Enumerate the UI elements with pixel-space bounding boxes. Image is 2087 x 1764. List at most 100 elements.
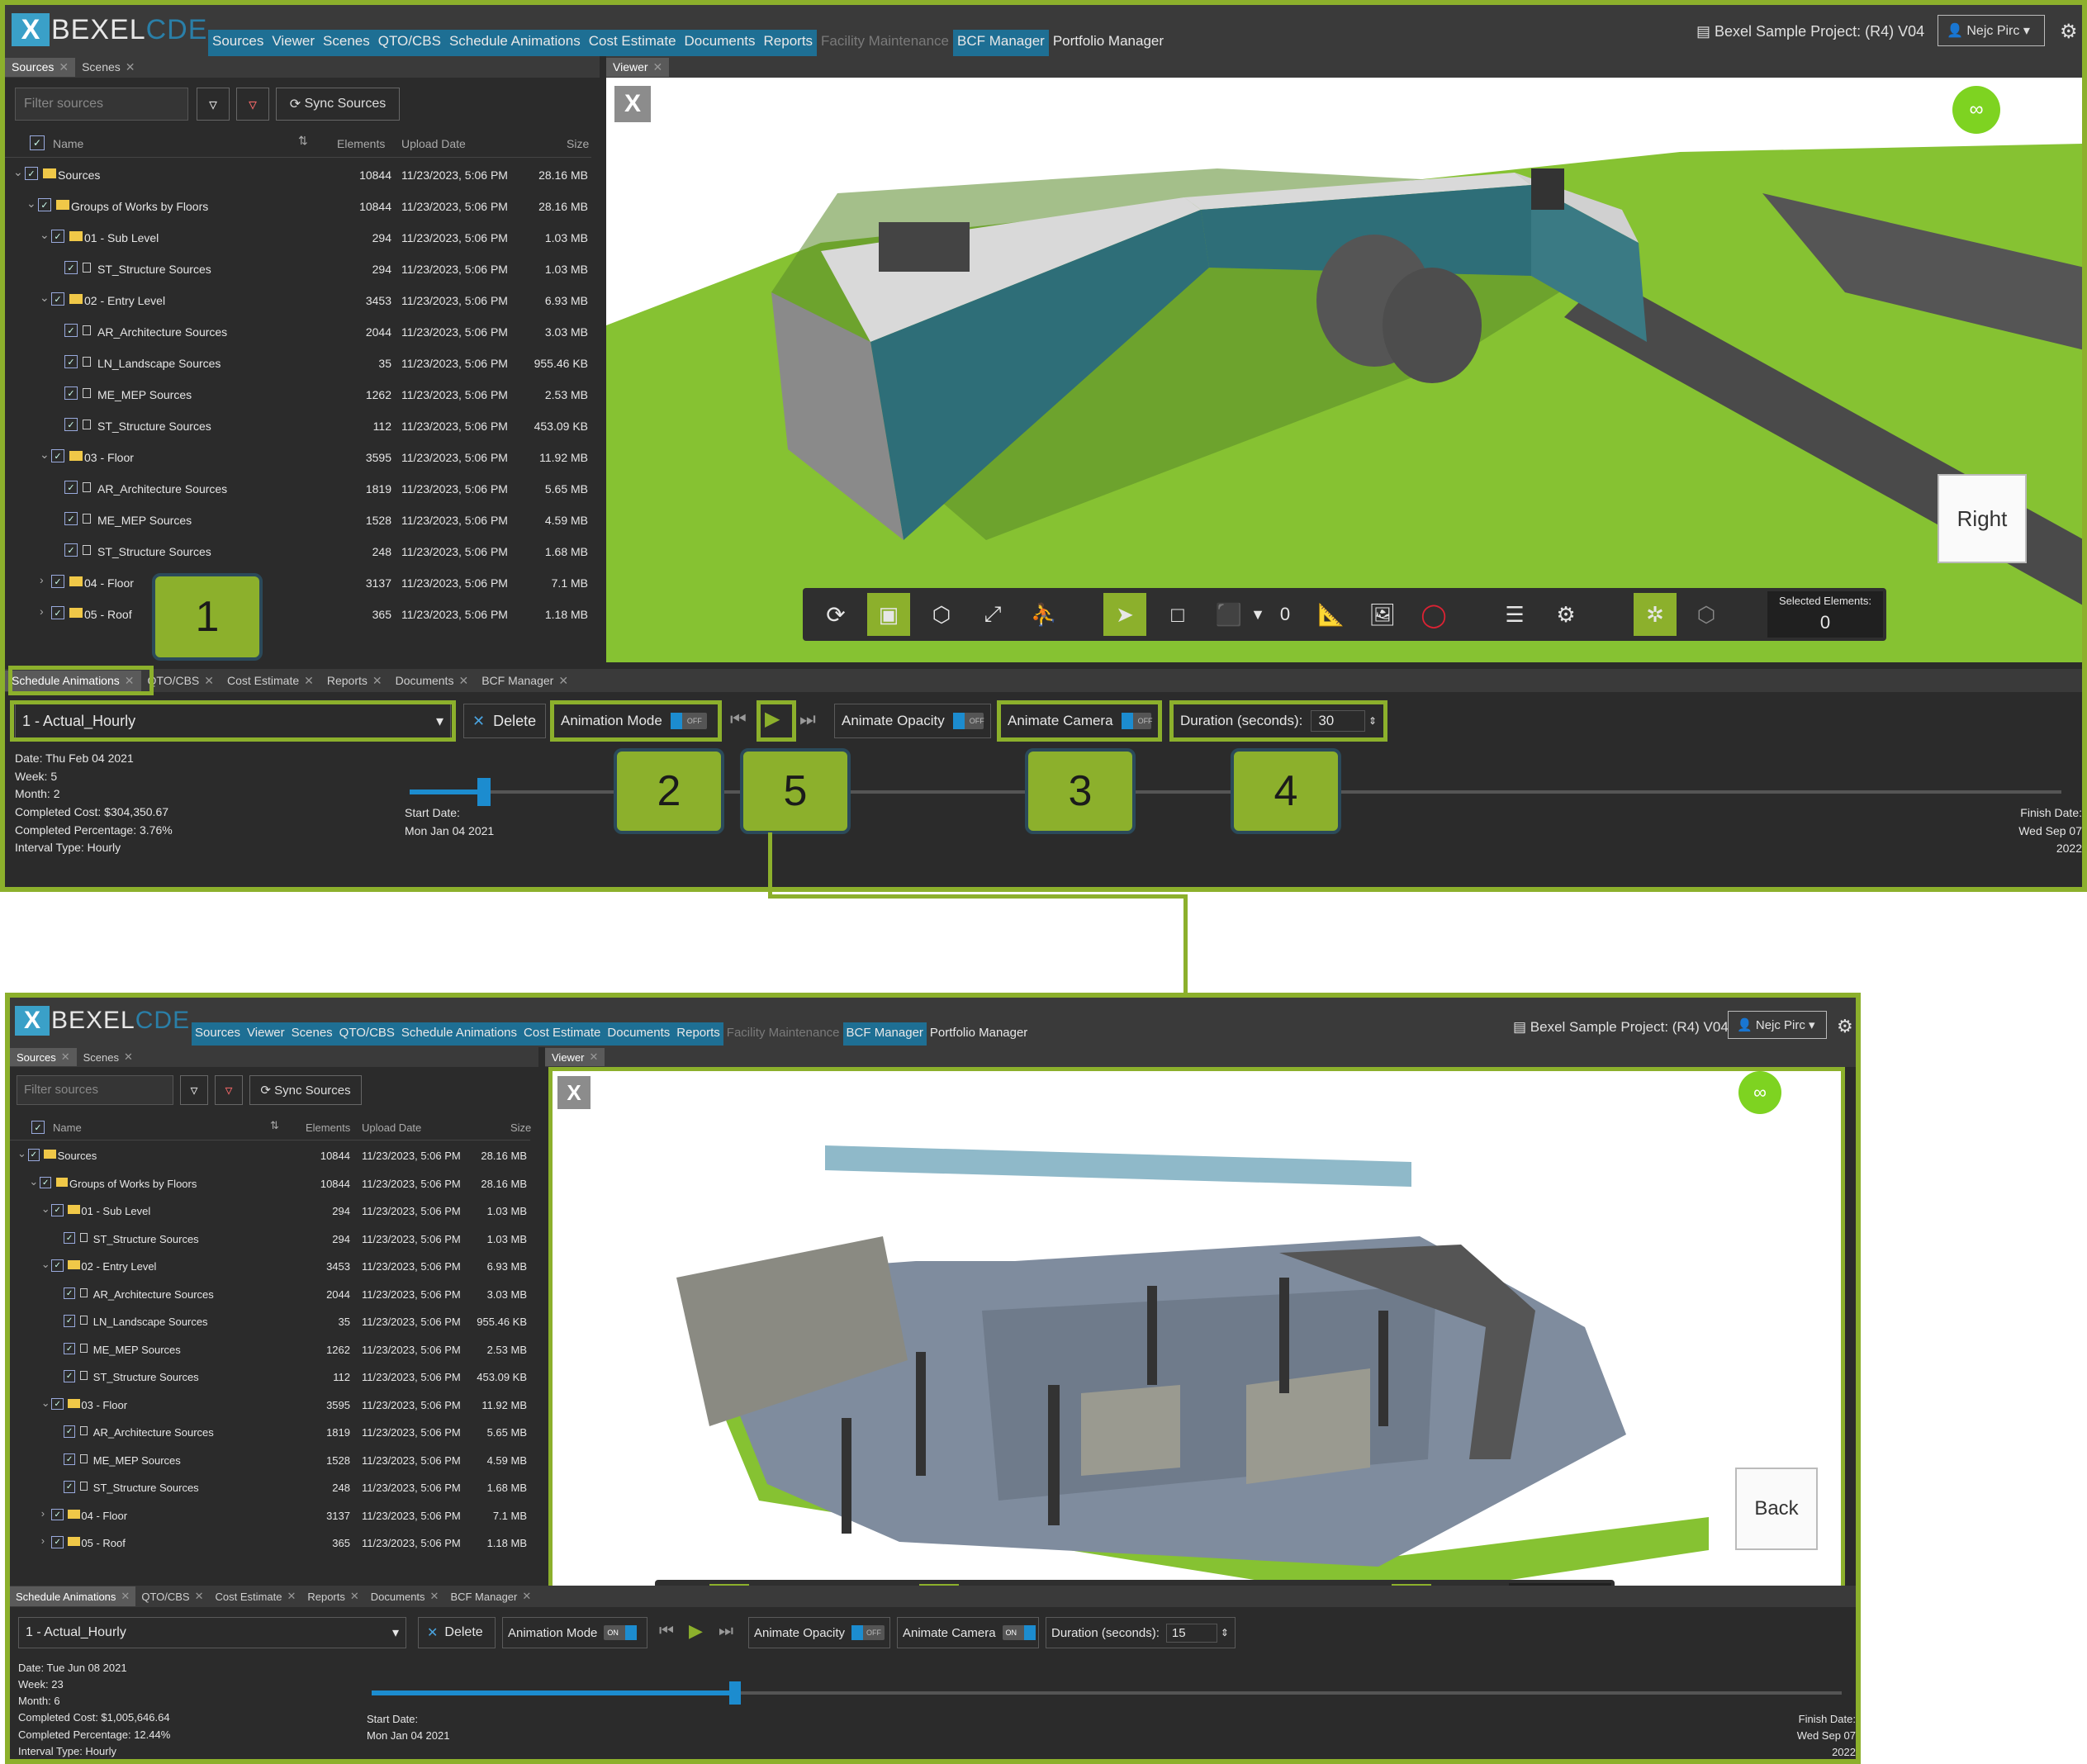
menu-bcf-manager[interactable]: BCF Manager: [953, 30, 1049, 56]
table-row[interactable]: ⌄ ✓ 02 - Entry Level 3453 11/23/2023, 5:06 P…: [10, 1254, 530, 1282]
select-icon[interactable]: ➤: [1103, 593, 1146, 636]
menu-scenes[interactable]: Scenes: [319, 30, 374, 56]
table-row[interactable]: ⌄ ✓ Sources 10844 11/23/2023, 5:06 PM 28.16 M…: [5, 160, 591, 192]
menu-cost-estimate[interactable]: Cost Estimate: [520, 1022, 605, 1046]
chevron-icon[interactable]: ⌄: [41, 1202, 50, 1216]
section-box-icon[interactable]: ⬛: [1207, 593, 1250, 636]
row-checkbox[interactable]: ✓: [51, 292, 64, 306]
row-checkbox[interactable]: ✓: [27, 1149, 40, 1161]
table-row[interactable]: ✓ LN_Landscape Sources 35 11/23/2023, 5:06 …: [10, 1309, 530, 1337]
chevron-icon[interactable]: ⌄: [13, 165, 23, 179]
table-row[interactable]: ✓ ME_MEP Sources 1528 11/23/2023, 5:06 PM 4.…: [10, 1448, 530, 1476]
step-forward-icon[interactable]: ⏭: [799, 709, 816, 730]
gear-icon[interactable]: ⚙: [2060, 20, 2078, 44]
table-row[interactable]: ✓ AR_Architecture Sources 1819 11/23/2023, …: [10, 1420, 530, 1448]
clear-filter-icon[interactable]: ▿: [215, 1075, 243, 1105]
chevron-icon[interactable]: ›: [40, 573, 44, 586]
close-icon[interactable]: ✕: [59, 60, 69, 74]
filter-icon[interactable]: ▿: [180, 1075, 208, 1105]
menu-schedule-animations[interactable]: Schedule Animations: [444, 30, 585, 56]
tab-reports[interactable]: Reports ✕: [320, 671, 389, 691]
table-row[interactable]: ✓ ST_Structure Sources 248 11/23/2023, 5:06…: [5, 537, 591, 568]
table-row[interactable]: ✓ ME_MEP Sources 1262 11/23/2023, 5:06 PM 2.…: [5, 380, 591, 411]
row-checkbox[interactable]: ✓: [51, 1259, 64, 1272]
tab-viewer[interactable]: Viewer ✕: [545, 1048, 605, 1066]
list-icon[interactable]: ☰: [1493, 593, 1536, 636]
table-row[interactable]: ✓ ME_MEP Sources 1528 11/23/2023, 5:06 PM 4.…: [5, 505, 591, 537]
table-row[interactable]: › ✓ 04 - Floor 3137 11/23/2023, 5:06 PM 7.1 M…: [5, 568, 591, 600]
clear-filter-icon[interactable]: ▿: [236, 88, 269, 121]
menu-facility-maintenance[interactable]: Facility Maintenance: [723, 1022, 843, 1046]
tab-documents[interactable]: Documents ✕: [365, 1586, 445, 1606]
chevron-icon[interactable]: ⌄: [40, 291, 50, 305]
table-row[interactable]: ⌄ ✓ Groups of Works by Floors 10844 11/23/20…: [10, 1171, 530, 1199]
tab-sources[interactable]: Sources ✕: [5, 57, 76, 77]
chevron-icon[interactable]: ›: [40, 605, 44, 618]
col-elements[interactable]: Elements: [337, 137, 385, 150]
chevron-icon[interactable]: ⌄: [40, 448, 50, 462]
measure-icon[interactable]: 📐: [1310, 593, 1353, 636]
link-icon[interactable]: ∞: [1738, 1071, 1781, 1114]
orbit-mode-icon[interactable]: ▣: [867, 593, 910, 636]
row-checkbox[interactable]: ✓: [51, 1508, 64, 1521]
table-row[interactable]: ✓ ST_Structure Sources 112 11/23/2023, 5:06…: [5, 411, 591, 443]
col-size[interactable]: Size: [510, 1121, 531, 1134]
menu-sources[interactable]: Sources: [192, 1022, 244, 1046]
row-checkbox[interactable]: ✓: [51, 449, 64, 463]
row-checkbox[interactable]: ✓: [63, 1453, 76, 1466]
col-name[interactable]: Name: [53, 137, 83, 150]
close-icon[interactable]: ✕: [558, 674, 568, 688]
menu-sources[interactable]: Sources: [208, 30, 268, 56]
schedule-select[interactable]: 1 - Actual_Hourly ▾: [18, 1617, 406, 1648]
menu-scenes[interactable]: Scenes: [287, 1022, 336, 1046]
tab-reports[interactable]: Reports ✕: [301, 1586, 364, 1606]
row-checkbox[interactable]: ✓: [25, 167, 38, 181]
row-checkbox[interactable]: ✓: [64, 543, 78, 557]
close-icon[interactable]: ✕: [522, 1590, 531, 1603]
row-checkbox[interactable]: ✓: [64, 324, 78, 338]
col-size[interactable]: Size: [567, 137, 589, 150]
cube-view-icon[interactable]: ⬡: [920, 593, 963, 636]
chevron-icon[interactable]: ⌄: [41, 1396, 50, 1410]
table-row[interactable]: ✓ AR_Architecture Sources 2044 11/23/2023, …: [10, 1282, 530, 1310]
close-icon[interactable]: ✕: [287, 1590, 296, 1603]
timeline-slider-handle[interactable]: [477, 778, 491, 806]
menu-documents[interactable]: Documents: [604, 1022, 674, 1046]
menu-qto-cbs[interactable]: QTO/CBS: [373, 30, 445, 56]
filter-icon[interactable]: ▿: [197, 88, 230, 121]
tab-bcf-manager[interactable]: BCF Manager ✕: [475, 671, 575, 691]
table-row[interactable]: ✓ ST_Structure Sources 294 11/23/2023, 5:06…: [5, 254, 591, 286]
chevron-icon[interactable]: ⌄: [26, 197, 36, 211]
tab-bcf-manager[interactable]: BCF Manager ✕: [444, 1586, 537, 1606]
gear-icon[interactable]: ⚙: [1837, 1016, 1853, 1037]
row-checkbox[interactable]: ✓: [64, 261, 78, 275]
hide-icon[interactable]: ⬡: [1685, 593, 1728, 636]
walk-icon[interactable]: ⛹: [1022, 593, 1065, 636]
row-checkbox[interactable]: ✓: [64, 512, 78, 526]
delete-button[interactable]: ✕ Delete: [418, 1617, 496, 1648]
table-row[interactable]: ✓ AR_Architecture Sources 2044 11/23/2023, …: [5, 317, 591, 349]
row-checkbox[interactable]: ✓: [51, 1397, 64, 1411]
stepper-icon[interactable]: ⇕: [1221, 1627, 1229, 1638]
animation-mode-toggle[interactable]: Animation Mode ON: [502, 1617, 647, 1648]
table-row[interactable]: ⌄ ✓ Sources 10844 11/23/2023, 5:06 PM 28.16 M…: [10, 1143, 530, 1171]
chevron-down-icon[interactable]: ▼: [1245, 593, 1270, 636]
row-checkbox[interactable]: ✓: [63, 1287, 76, 1300]
row-checkbox[interactable]: ✓: [63, 1370, 76, 1382]
close-icon[interactable]: ✕: [304, 674, 314, 688]
row-checkbox[interactable]: ✓: [51, 575, 64, 589]
play-icon[interactable]: ▶: [689, 1620, 703, 1642]
filter-input[interactable]: Filter sources: [15, 88, 188, 121]
tab-documents[interactable]: Documents ✕: [389, 671, 476, 691]
sort-icon[interactable]: ⇅: [298, 134, 308, 148]
link-icon[interactable]: ∞: [1952, 86, 2000, 134]
row-checkbox[interactable]: ✓: [63, 1342, 76, 1355]
col-elements[interactable]: Elements: [306, 1121, 350, 1134]
table-row[interactable]: ⌄ ✓ 03 - Floor 3595 11/23/2023, 5:06 PM 11.92…: [10, 1392, 530, 1420]
menu-cost-estimate[interactable]: Cost Estimate: [584, 30, 681, 56]
tab-cost-estimate[interactable]: Cost Estimate ✕: [221, 671, 320, 691]
menu-reports[interactable]: Reports: [759, 30, 818, 56]
settings-icon[interactable]: ⚙: [1544, 593, 1587, 636]
table-row[interactable]: ✓ ST_Structure Sources 248 11/23/2023, 5:06…: [10, 1475, 530, 1503]
tab-sources[interactable]: Sources ✕: [10, 1048, 77, 1066]
